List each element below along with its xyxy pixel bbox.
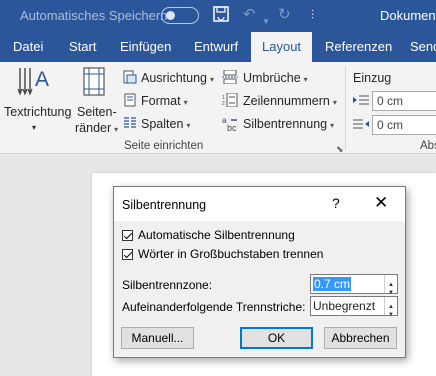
ok-button[interactable]: OK bbox=[240, 327, 313, 349]
margins-button-line2[interactable]: ränder ▾ bbox=[75, 120, 118, 138]
close-button[interactable]: ✕ bbox=[374, 193, 388, 213]
svg-text:2: 2 bbox=[222, 101, 225, 107]
caps-hyphenation-checkbox[interactable] bbox=[122, 249, 133, 260]
hyphenation-icon: a bc bbox=[222, 116, 240, 135]
save-icon[interactable] bbox=[212, 5, 230, 29]
auto-hyphenation-checkbox[interactable] bbox=[122, 230, 133, 241]
orientation-icon bbox=[123, 70, 137, 87]
cancel-button[interactable]: Abbrechen bbox=[324, 327, 397, 349]
zone-value: 0.7 cm bbox=[313, 277, 352, 291]
margins-icon bbox=[82, 66, 108, 101]
undo-dropdown-icon[interactable]: ▼ bbox=[262, 12, 270, 32]
text-direction-button[interactable]: Textrichtung bbox=[4, 104, 71, 120]
hyphenation-dialog: Silbentrennung ? ✕ Automatische Silbentr… bbox=[113, 186, 406, 358]
ribbon-tabs: Datei Start Einfügen Entwurf Layout Refe… bbox=[0, 32, 436, 62]
caps-hyphenation-label[interactable]: Wörter in Großbuchstaben trennen bbox=[138, 247, 323, 261]
line-numbers-button[interactable]: Zeilennummern ▾ bbox=[243, 93, 337, 111]
tab-layout[interactable]: Layout bbox=[251, 32, 312, 62]
tab-sendungen[interactable]: Send bbox=[410, 32, 436, 62]
group-label-paragraph: Abs bbox=[420, 140, 436, 152]
document-title: Dokument bbox=[380, 8, 436, 23]
svg-text:A: A bbox=[35, 68, 49, 91]
line-numbers-icon: 12 bbox=[222, 92, 238, 110]
help-button[interactable]: ? bbox=[332, 195, 340, 211]
orientation-button[interactable]: Ausrichtung ▾ bbox=[141, 70, 214, 88]
title-bar: Automatisches Speichern ↶ ▼ ↻ ⫶ Dokument bbox=[0, 0, 436, 32]
breaks-icon bbox=[222, 69, 238, 87]
indent-left-input[interactable]: 0 cm bbox=[372, 91, 436, 111]
indent-label: Einzug bbox=[353, 71, 392, 85]
zone-spinner[interactable]: ▲ ▼ bbox=[384, 275, 397, 296]
text-direction-caret-icon[interactable]: ▾ bbox=[32, 120, 36, 136]
customize-toolbar-icon[interactable]: ⫶ bbox=[311, 5, 314, 25]
redo-icon[interactable]: ↻ bbox=[278, 5, 291, 25]
indent-right-icon bbox=[353, 118, 369, 135]
consecutive-spinner[interactable]: ▲ ▼ bbox=[384, 297, 397, 318]
size-icon bbox=[123, 93, 137, 110]
zone-label: Silbentrennzone: bbox=[122, 278, 213, 292]
autosave-toggle[interactable] bbox=[161, 7, 199, 24]
columns-icon bbox=[123, 116, 137, 133]
indent-right-input[interactable]: 0 cm bbox=[372, 115, 436, 135]
tab-referenzen[interactable]: Referenzen bbox=[325, 32, 392, 62]
auto-hyphenation-label[interactable]: Automatische Silbentrennung bbox=[138, 228, 295, 242]
dialog-title-bar: Silbentrennung ? ✕ bbox=[114, 187, 405, 221]
tab-datei[interactable]: Datei bbox=[13, 32, 43, 62]
consecutive-value: Unbegrenzt bbox=[313, 299, 376, 313]
breaks-button[interactable]: Umbrüche ▾ bbox=[243, 70, 308, 88]
group-label-page-setup: Seite einrichten bbox=[124, 140, 204, 152]
zone-input[interactable]: 0.7 cm ▲ ▼ bbox=[310, 274, 398, 296]
size-button[interactable]: Format ▾ bbox=[141, 93, 188, 111]
dialog-title: Silbentrennung bbox=[122, 198, 207, 212]
undo-icon[interactable]: ↶ bbox=[243, 5, 256, 25]
autosave-label: Automatisches Speichern bbox=[20, 8, 168, 23]
columns-button[interactable]: Spalten ▾ bbox=[141, 116, 190, 134]
consecutive-input[interactable]: Unbegrenzt ▲ ▼ bbox=[310, 296, 398, 318]
ribbon-separator bbox=[345, 66, 346, 150]
margins-button-line1[interactable]: Seiten- bbox=[77, 104, 117, 120]
tab-einfuegen[interactable]: Einfügen bbox=[120, 32, 171, 62]
svg-text:bc: bc bbox=[227, 123, 237, 132]
tab-start[interactable]: Start bbox=[69, 32, 96, 62]
tab-entwurf[interactable]: Entwurf bbox=[194, 32, 238, 62]
text-direction-icon: A bbox=[16, 66, 52, 101]
manual-button[interactable]: Manuell... bbox=[121, 327, 194, 349]
ribbon: A Textrichtung ▾ Seiten- ränder ▾ Ausrich… bbox=[0, 62, 436, 154]
spin-down-icon[interactable]: ▼ bbox=[388, 306, 394, 324]
hyphenation-button[interactable]: Silbentrennung ▾ bbox=[243, 116, 334, 134]
consecutive-label: Aufeinanderfolgende Trennstriche: bbox=[122, 300, 306, 314]
indent-left-icon bbox=[353, 94, 369, 111]
